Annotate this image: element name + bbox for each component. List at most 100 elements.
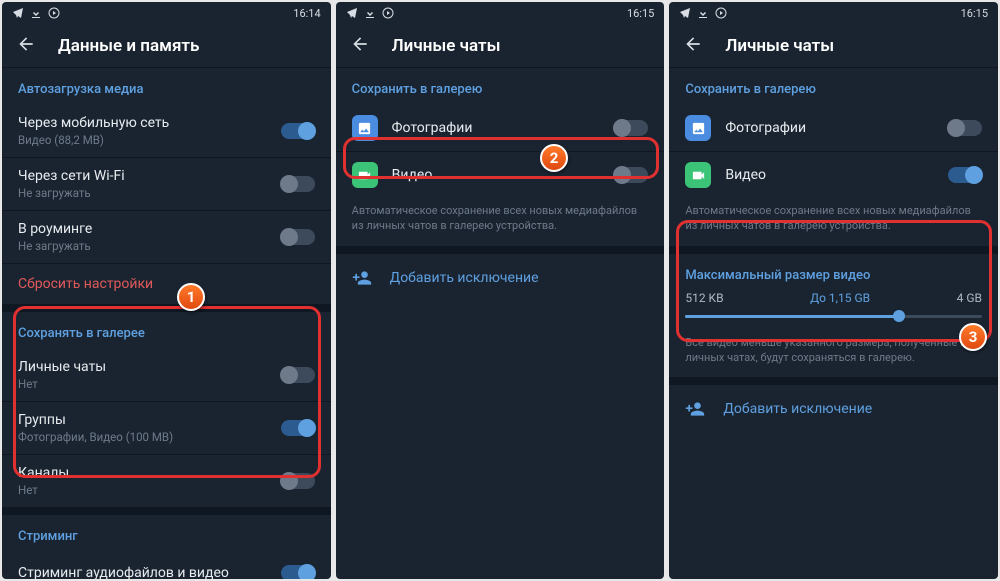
header: Личные чаты bbox=[336, 24, 665, 68]
status-bar: 16:14 bbox=[2, 2, 331, 24]
row-private-chats[interactable]: Личные чаты Нет bbox=[2, 349, 331, 401]
content: Сохранить в галерею Фотографии Видео Авт… bbox=[336, 68, 665, 579]
wifi-toggle[interactable] bbox=[281, 176, 315, 192]
wifi-label: Через сети Wi-Fi bbox=[18, 168, 281, 184]
wifi-sub: Не загружать bbox=[18, 186, 281, 200]
size-max: 4 GB bbox=[957, 291, 982, 305]
channels-sub: Нет bbox=[18, 483, 281, 497]
page-title: Данные и память bbox=[58, 36, 199, 56]
section-max-size: Максимальный размер видео bbox=[669, 254, 998, 291]
video-icon bbox=[685, 162, 711, 188]
row-streaming[interactable]: Стриминг аудиофайлов и видео bbox=[2, 552, 331, 579]
video-toggle[interactable] bbox=[948, 167, 982, 183]
streaming-toggle[interactable] bbox=[281, 565, 315, 579]
row-channels[interactable]: Каналы Нет bbox=[2, 455, 331, 507]
channels-toggle[interactable] bbox=[281, 473, 315, 489]
status-bar: 16:15 bbox=[669, 2, 998, 24]
status-icons-left bbox=[679, 7, 727, 19]
content: Сохранить в галерею Фотографии Видео Авт… bbox=[669, 68, 998, 579]
gallery-desc: Автоматическое сохранение всех новых мед… bbox=[336, 198, 665, 246]
photos-toggle[interactable] bbox=[614, 120, 648, 136]
page-title: Личные чаты bbox=[725, 36, 834, 56]
section-streaming: Стриминг bbox=[2, 515, 331, 552]
video-icon bbox=[352, 162, 378, 188]
channels-label: Каналы bbox=[18, 465, 281, 481]
section-save-gallery: Сохранить в галерею bbox=[336, 68, 665, 105]
video-toggle[interactable] bbox=[614, 167, 648, 183]
size-mid: До 1,15 GB bbox=[810, 291, 870, 305]
row-mobile[interactable]: Через мобильную сеть Видео (88,2 MB) bbox=[2, 105, 331, 157]
add-exception[interactable]: Добавить исключение bbox=[669, 385, 998, 433]
mobile-label: Через мобильную сеть bbox=[18, 115, 281, 131]
slider-section: 512 KB До 1,15 GB 4 GB bbox=[669, 291, 998, 330]
video-label: Видео bbox=[392, 167, 615, 183]
play-icon bbox=[382, 7, 394, 19]
row-video[interactable]: Видео bbox=[336, 152, 665, 198]
slider-thumb[interactable] bbox=[893, 310, 905, 322]
play-icon bbox=[48, 7, 60, 19]
photo-icon bbox=[685, 115, 711, 141]
status-bar: 16:15 bbox=[336, 2, 665, 24]
groups-toggle[interactable] bbox=[281, 420, 315, 436]
size-desc: Все видео меньше указанного размера, пол… bbox=[669, 330, 998, 378]
download-icon bbox=[697, 7, 709, 19]
section-save-gallery: Сохранять в галерее bbox=[2, 312, 331, 349]
row-photos[interactable]: Фотографии bbox=[336, 105, 665, 151]
page-title: Личные чаты bbox=[392, 36, 501, 56]
screen-private-chats-1: 16:15 Личные чаты Сохранить в галерею Фо… bbox=[336, 2, 665, 579]
download-icon bbox=[364, 7, 376, 19]
size-slider[interactable] bbox=[685, 315, 982, 318]
back-button[interactable] bbox=[350, 34, 370, 58]
status-icons-left bbox=[12, 7, 60, 19]
private-label: Личные чаты bbox=[18, 359, 281, 375]
row-video[interactable]: Видео bbox=[669, 152, 998, 198]
size-min: 512 KB bbox=[685, 291, 723, 305]
header: Личные чаты bbox=[669, 24, 998, 68]
badge-1: 1 bbox=[177, 283, 205, 311]
photos-label: Фотографии bbox=[392, 120, 615, 136]
status-time: 16:15 bbox=[627, 7, 654, 20]
add-exception-label: Добавить исключение bbox=[723, 401, 872, 417]
telegram-icon bbox=[12, 7, 24, 19]
gallery-desc: Автоматическое сохранение всех новых мед… bbox=[669, 198, 998, 246]
row-photos[interactable]: Фотографии bbox=[669, 105, 998, 151]
private-toggle[interactable] bbox=[281, 367, 315, 383]
groups-sub: Фотографии, Видео (100 MB) bbox=[18, 430, 281, 444]
streaming-label: Стриминг аудиофайлов и видео bbox=[18, 565, 281, 579]
mobile-sub: Видео (88,2 MB) bbox=[18, 133, 281, 147]
back-button[interactable] bbox=[683, 34, 703, 58]
row-roaming[interactable]: В роуминге Не загружать bbox=[2, 211, 331, 263]
add-exception[interactable]: Добавить исключение bbox=[336, 254, 665, 302]
telegram-icon bbox=[679, 7, 691, 19]
mobile-toggle[interactable] bbox=[281, 123, 315, 139]
section-autoload: Автозагрузка медиа bbox=[2, 68, 331, 105]
groups-label: Группы bbox=[18, 412, 281, 428]
photos-label: Фотографии bbox=[725, 120, 948, 136]
back-button[interactable] bbox=[16, 34, 36, 58]
badge-2: 2 bbox=[540, 144, 568, 172]
telegram-icon bbox=[346, 7, 358, 19]
play-icon bbox=[715, 7, 727, 19]
screen-private-chats-2: 16:15 Личные чаты Сохранить в галерею Фо… bbox=[669, 2, 998, 579]
screen-data-storage: 16:14 Данные и память Автозагрузка медиа… bbox=[2, 2, 331, 579]
add-person-icon bbox=[352, 268, 372, 288]
content: Автозагрузка медиа Через мобильную сеть … bbox=[2, 68, 331, 579]
download-icon bbox=[30, 7, 42, 19]
add-exception-label: Добавить исключение bbox=[390, 270, 539, 286]
roaming-label: В роуминге bbox=[18, 221, 281, 237]
row-wifi[interactable]: Через сети Wi-Fi Не загружать bbox=[2, 158, 331, 210]
row-groups[interactable]: Группы Фотографии, Видео (100 MB) bbox=[2, 402, 331, 454]
status-time: 16:15 bbox=[961, 7, 988, 20]
reset-settings[interactable]: Сбросить настройки bbox=[2, 264, 331, 304]
add-person-icon bbox=[685, 399, 705, 419]
private-sub: Нет bbox=[18, 377, 281, 391]
section-save-gallery: Сохранить в галерею bbox=[669, 68, 998, 105]
roaming-toggle[interactable] bbox=[281, 229, 315, 245]
photos-toggle[interactable] bbox=[948, 120, 982, 136]
video-label: Видео bbox=[725, 167, 948, 183]
badge-3: 3 bbox=[959, 323, 987, 351]
photo-icon bbox=[352, 115, 378, 141]
roaming-sub: Не загружать bbox=[18, 239, 281, 253]
header: Данные и память bbox=[2, 24, 331, 68]
slider-fill bbox=[685, 315, 899, 318]
